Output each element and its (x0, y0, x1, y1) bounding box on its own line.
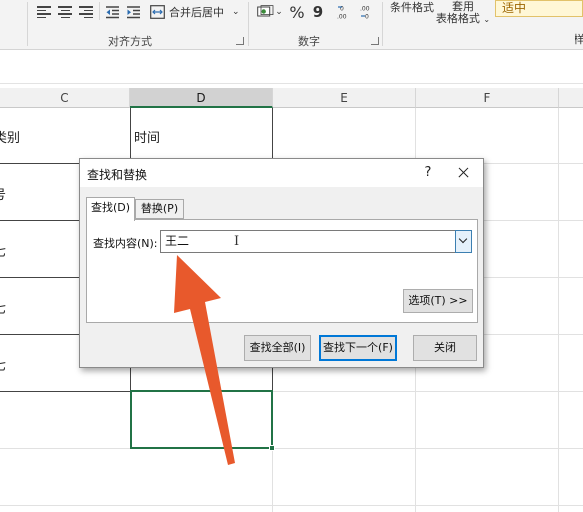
annotation-arrow-icon (174, 255, 235, 465)
tab-find[interactable]: 查找(D) (86, 197, 135, 221)
annotation-arrow-shape (174, 255, 235, 465)
excel-window: 合并后居中 ⌄ 对齐方式 ⌄ % 9 0.00 .00 0 数字 条件格式 套用 … (0, 0, 583, 512)
